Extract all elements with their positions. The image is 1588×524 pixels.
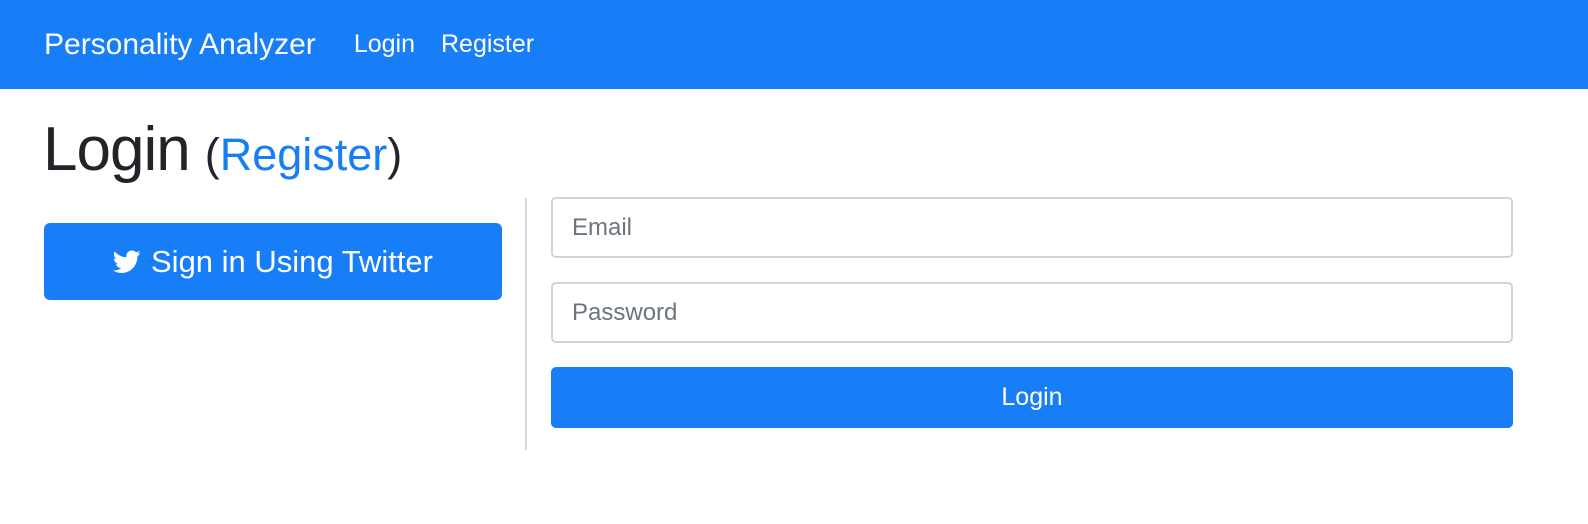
- page-title: Login ( Register ): [43, 114, 402, 194]
- register-link[interactable]: Register: [220, 129, 388, 181]
- nav-link-register[interactable]: Register: [441, 30, 534, 59]
- nav-link-login[interactable]: Login: [354, 30, 415, 59]
- login-submit-button[interactable]: Login: [551, 367, 1513, 428]
- twitter-signin-label: Sign in Using Twitter: [151, 243, 433, 279]
- top-navbar: Personality Analyzer Login Register: [0, 0, 1588, 89]
- twitter-signin-button[interactable]: Sign in Using Twitter: [44, 223, 502, 300]
- page-title-text: Login: [43, 115, 191, 184]
- email-field[interactable]: [551, 197, 1513, 258]
- column-divider: [525, 198, 527, 450]
- twitter-icon: [113, 249, 141, 273]
- close-paren: ): [387, 129, 403, 180]
- open-paren: (: [204, 129, 220, 180]
- brand-link[interactable]: Personality Analyzer: [44, 28, 316, 62]
- password-field[interactable]: [551, 282, 1513, 343]
